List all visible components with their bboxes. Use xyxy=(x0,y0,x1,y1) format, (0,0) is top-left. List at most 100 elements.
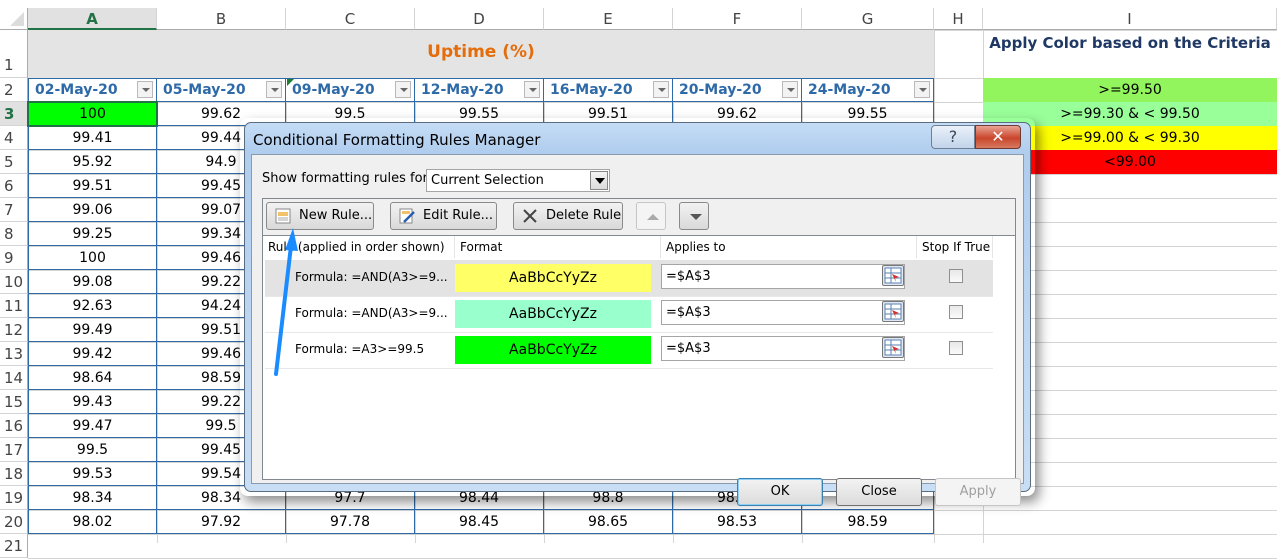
stop-if-true-checkbox[interactable] xyxy=(949,341,963,355)
date-header-d: 12-May-20 xyxy=(415,78,544,102)
delete-rule-label: Delete Rule xyxy=(546,208,622,223)
cell-a13[interactable]: 99.42 xyxy=(28,342,157,366)
row-header-15[interactable]: 15 xyxy=(0,390,28,414)
column-header-b[interactable]: B xyxy=(157,8,286,30)
cell-a10[interactable]: 99.08 xyxy=(28,270,157,294)
cell-a18[interactable]: 99.53 xyxy=(28,462,157,486)
edit-rule-button[interactable]: Edit Rule... xyxy=(390,202,497,230)
applies-to-input[interactable]: =$A$3 xyxy=(661,300,905,325)
select-all-corner[interactable] xyxy=(0,8,28,30)
close-icon: ✕ xyxy=(991,127,1005,146)
row-header-14[interactable]: 14 xyxy=(0,366,28,390)
move-up-button[interactable] xyxy=(636,202,666,230)
column-header-i[interactable]: I xyxy=(983,8,1277,30)
date-header-e: 16-May-20 xyxy=(544,78,673,102)
move-down-button[interactable] xyxy=(679,202,709,230)
cell-a15[interactable]: 99.43 xyxy=(28,390,157,414)
row-header-9[interactable]: 9 xyxy=(0,246,28,270)
new-rule-button[interactable]: New Rule... xyxy=(266,202,374,230)
filter-dropdown-icon[interactable] xyxy=(524,81,540,98)
column-header-d[interactable]: D xyxy=(415,8,544,30)
row-header-11[interactable]: 11 xyxy=(0,294,28,318)
filter-dropdown-icon[interactable] xyxy=(266,81,282,98)
edit-rule-icon xyxy=(399,208,415,224)
filter-dropdown-icon[interactable] xyxy=(395,81,411,98)
cell-b20[interactable]: 97.92 xyxy=(157,510,286,534)
applies-to-input[interactable]: =$A$3 xyxy=(661,264,905,289)
cell-a5[interactable]: 95.92 xyxy=(28,150,157,174)
row-header-12[interactable]: 12 xyxy=(0,318,28,342)
format-preview: AaBbCcYyZz xyxy=(455,300,651,328)
delete-rule-button[interactable]: Delete Rule xyxy=(513,202,623,230)
range-selector-icon[interactable] xyxy=(882,265,904,286)
cell-a3[interactable]: 100 xyxy=(27,101,158,127)
row-header-5[interactable]: 5 xyxy=(0,150,28,174)
cell-a16[interactable]: 99.47 xyxy=(28,414,157,438)
rule-row[interactable]: Formula: =AND(A3>=9... AaBbCcYyZz =$A$3 xyxy=(265,296,993,333)
date-header-g: 24-May-20 xyxy=(802,78,934,102)
row-header-8[interactable]: 8 xyxy=(0,222,28,246)
rules-table-header: Rule (applied in order shown) Format App… xyxy=(263,236,993,258)
column-header-f[interactable]: F xyxy=(673,8,802,30)
cell-a20[interactable]: 98.02 xyxy=(28,510,157,534)
cell-g20[interactable]: 98.59 xyxy=(802,510,934,534)
cell-e20[interactable]: 98.65 xyxy=(544,510,673,534)
cell-a9[interactable]: 100 xyxy=(28,246,157,270)
cell-a11[interactable]: 92.63 xyxy=(28,294,157,318)
cell-a8[interactable]: 99.25 xyxy=(28,222,157,246)
row-header-2[interactable]: 2 xyxy=(0,78,28,102)
cell-a4[interactable]: 99.41 xyxy=(28,126,157,150)
column-header-g[interactable]: G xyxy=(802,8,934,30)
rule-row[interactable]: Formula: =A3>=99.5 AaBbCcYyZz =$A$3 xyxy=(265,332,993,369)
close-button[interactable]: Close xyxy=(836,478,922,506)
range-selector-icon[interactable] xyxy=(882,301,904,322)
row-header-13[interactable]: 13 xyxy=(0,342,28,366)
row-header-1[interactable]: 1 xyxy=(0,30,28,78)
cell-a17[interactable]: 99.5 xyxy=(28,438,157,462)
show-rules-value: Current Selection xyxy=(431,173,544,188)
row-header-3[interactable]: 3 xyxy=(0,102,28,126)
date-header-label: 20-May-20 xyxy=(679,82,762,98)
column-header-a[interactable]: A xyxy=(28,8,157,30)
row-header-19[interactable]: 19 xyxy=(0,486,28,510)
close-window-button[interactable]: ✕ xyxy=(975,125,1021,149)
column-header-c[interactable]: C xyxy=(286,8,415,30)
stop-if-true-checkbox[interactable] xyxy=(949,269,963,283)
dialog-body: Show formatting rules for: Current Selec… xyxy=(251,154,1024,506)
row-header-18[interactable]: 18 xyxy=(0,462,28,486)
column-header-e[interactable]: E xyxy=(544,8,673,30)
criteria-item: >=99.50 xyxy=(983,78,1277,102)
stop-if-true-checkbox[interactable] xyxy=(949,305,963,319)
filter-dropdown-icon[interactable] xyxy=(653,81,669,98)
col-format: Format xyxy=(455,236,661,258)
row-header-17[interactable]: 17 xyxy=(0,438,28,462)
applies-to-input[interactable]: =$A$3 xyxy=(661,336,905,361)
cell-a19[interactable]: 98.34 xyxy=(28,486,157,510)
col-applies-to: Applies to xyxy=(661,236,917,258)
cell-c20[interactable]: 97.78 xyxy=(286,510,415,534)
row-header-6[interactable]: 6 xyxy=(0,174,28,198)
cell-a14[interactable]: 98.64 xyxy=(28,366,157,390)
column-header-h[interactable]: H xyxy=(934,8,983,30)
cell-a12[interactable]: 99.49 xyxy=(28,318,157,342)
apply-button[interactable]: Apply xyxy=(935,478,1021,506)
row-header-20[interactable]: 20 xyxy=(0,510,28,534)
cell-d20[interactable]: 98.45 xyxy=(415,510,544,534)
row-header-4[interactable]: 4 xyxy=(0,126,28,150)
cell-a6[interactable]: 99.51 xyxy=(28,174,157,198)
row-header-10[interactable]: 10 xyxy=(0,270,28,294)
range-selector-icon[interactable] xyxy=(882,337,904,358)
cell-f20[interactable]: 98.53 xyxy=(673,510,802,534)
row-header-16[interactable]: 16 xyxy=(0,414,28,438)
filter-dropdown-icon[interactable] xyxy=(137,81,153,98)
filter-dropdown-icon[interactable] xyxy=(782,81,798,98)
help-button[interactable]: ? xyxy=(931,125,975,149)
filter-dropdown-icon[interactable] xyxy=(914,81,930,98)
show-rules-select[interactable]: Current Selection xyxy=(426,169,610,192)
ok-button[interactable]: OK xyxy=(737,478,823,506)
row-header-21[interactable]: 21 xyxy=(0,534,28,558)
chevron-down-icon[interactable] xyxy=(590,171,608,190)
cell-a7[interactable]: 99.06 xyxy=(28,198,157,222)
rule-row[interactable]: Formula: =AND(A3>=9... AaBbCcYyZz =$A$3 xyxy=(265,260,993,297)
row-header-7[interactable]: 7 xyxy=(0,198,28,222)
